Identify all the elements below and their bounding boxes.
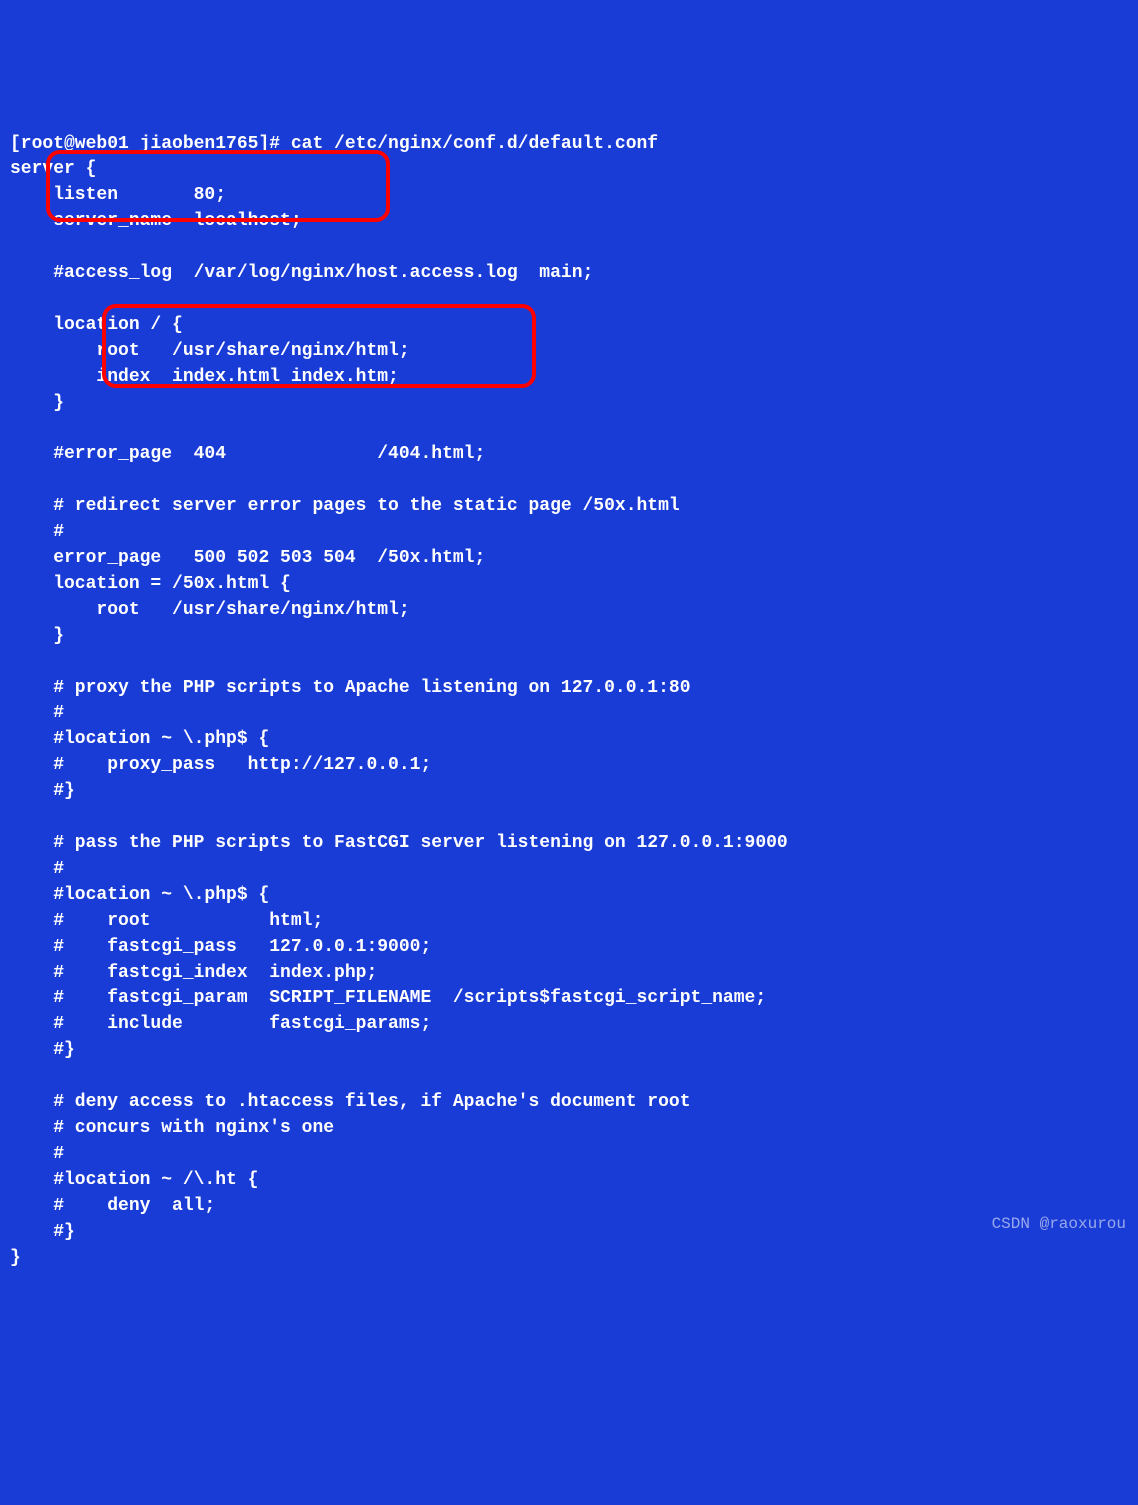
terminal-line: # (10, 859, 64, 879)
terminal-line: # fastcgi_param SCRIPT_FILENAME /scripts… (10, 988, 766, 1008)
terminal-line: # deny all; (10, 1196, 215, 1216)
terminal-line: # pass the PHP scripts to FastCGI server… (10, 833, 788, 853)
terminal-line: # concurs with nginx's one (10, 1118, 334, 1138)
terminal-line: # include fastcgi_params; (10, 1014, 431, 1034)
terminal-line: # proxy the PHP scripts to Apache listen… (10, 678, 691, 698)
terminal-line: error_page 500 502 503 504 /50x.html; (10, 548, 485, 568)
terminal-line: location / { (10, 315, 183, 335)
terminal-line: } (10, 1248, 21, 1268)
terminal-line: # (10, 1144, 64, 1164)
terminal-line: # proxy_pass http://127.0.0.1; (10, 755, 431, 775)
terminal-line: } (10, 626, 64, 646)
terminal-line: listen 80; (10, 185, 226, 205)
terminal-line: root /usr/share/nginx/html; (10, 600, 410, 620)
terminal-line: # (10, 522, 64, 542)
terminal-line: # fastcgi_index index.php; (10, 963, 377, 983)
terminal-line: #} (10, 781, 75, 801)
terminal-line: # redirect server error pages to the sta… (10, 496, 680, 516)
terminal-line: index index.html index.htm; (10, 367, 399, 387)
terminal-line: #} (10, 1040, 75, 1060)
terminal-line: server_name localhost; (10, 211, 302, 231)
terminal-line: #} (10, 1222, 75, 1242)
terminal-output: [root@web01 jiaoben1765]# cat /etc/nginx… (10, 106, 1128, 1324)
terminal-line: #access_log /var/log/nginx/host.access.l… (10, 263, 593, 283)
terminal-line: #location ~ \.php$ { (10, 885, 269, 905)
terminal-line: [root@web01 jiaoben1765]# cat /etc/nginx… (10, 134, 658, 154)
terminal-line: root /usr/share/nginx/html; (10, 341, 410, 361)
terminal-line: #error_page 404 /404.html; (10, 444, 485, 464)
terminal-line: server { (10, 159, 96, 179)
watermark: CSDN @raoxurou (992, 1213, 1126, 1236)
terminal-line: #location ~ /\.ht { (10, 1170, 258, 1190)
terminal-line: # deny access to .htaccess files, if Apa… (10, 1092, 691, 1112)
terminal-line: # (10, 703, 64, 723)
terminal-line: #location ~ \.php$ { (10, 729, 269, 749)
terminal-line: location = /50x.html { (10, 574, 291, 594)
terminal-line: # root html; (10, 911, 323, 931)
terminal-line: } (10, 393, 64, 413)
terminal-line: # fastcgi_pass 127.0.0.1:9000; (10, 937, 431, 957)
